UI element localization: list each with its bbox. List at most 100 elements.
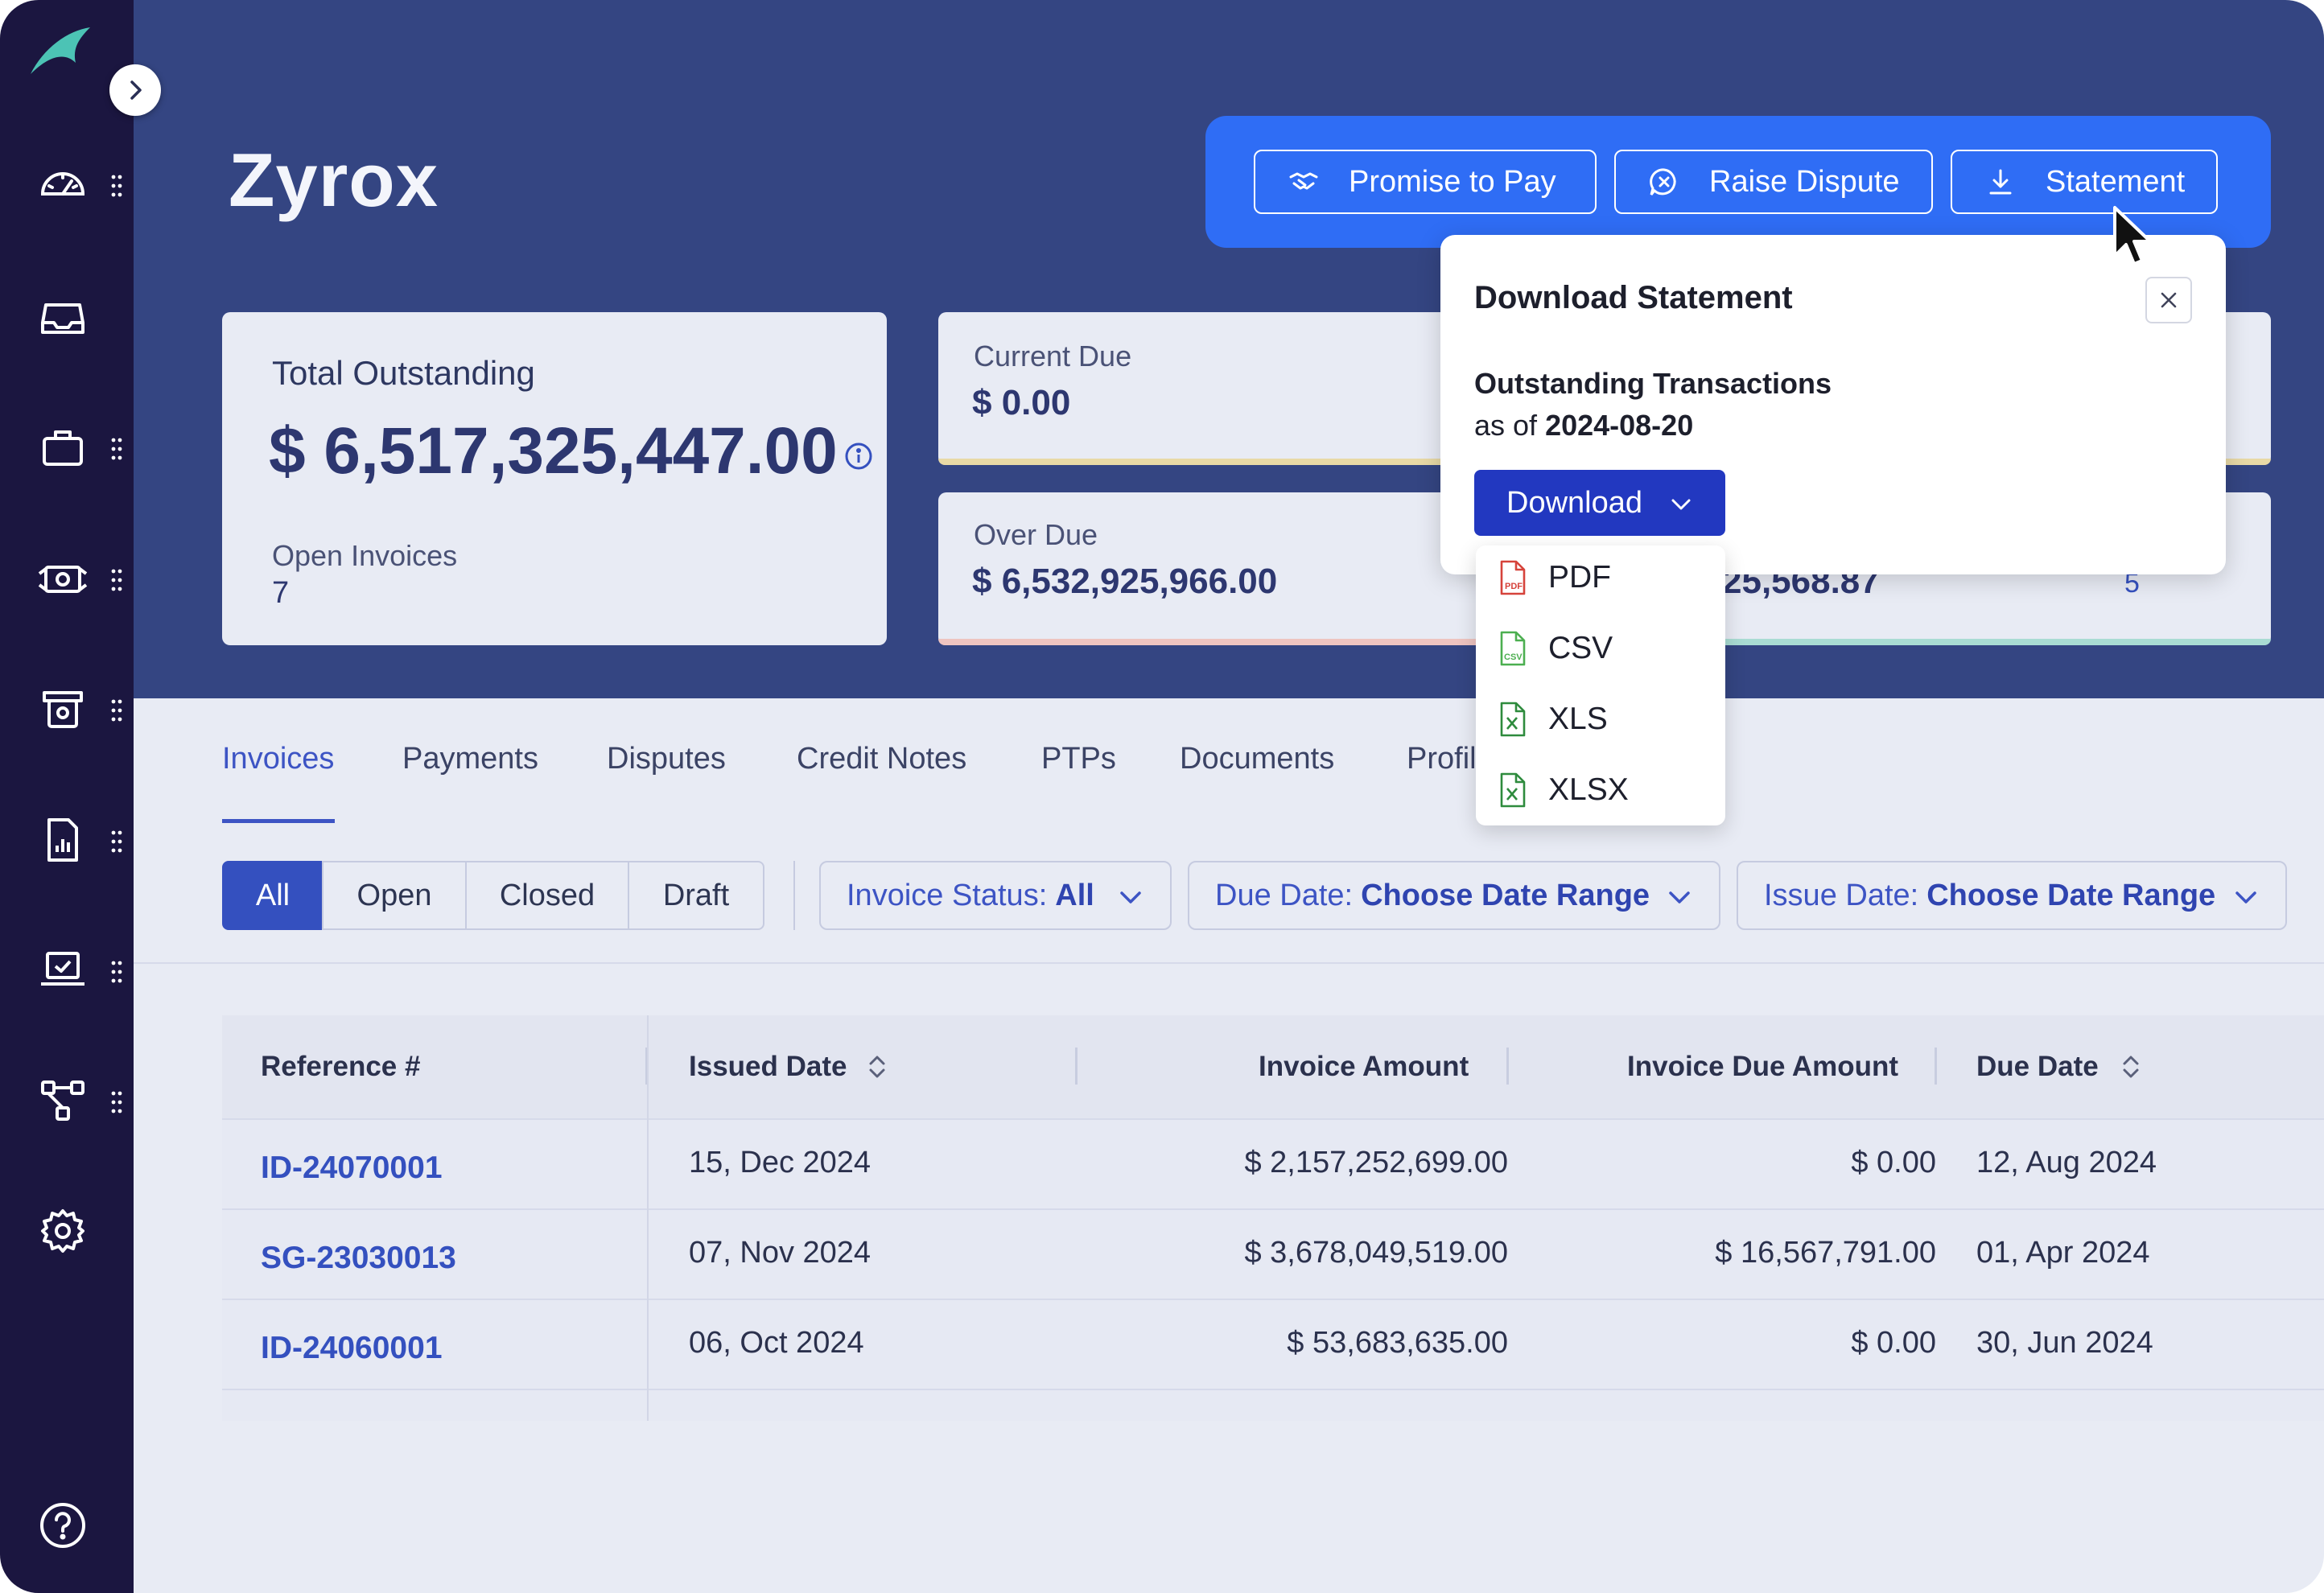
tab-credit-notes[interactable]: Credit Notes xyxy=(797,742,966,776)
issue-date-dropdown[interactable]: Issue Date: Choose Date Range xyxy=(1737,861,2287,930)
tab-documents[interactable]: Documents xyxy=(1180,742,1334,776)
reference-link[interactable]: ID-24070001 xyxy=(261,1150,443,1186)
menu-item-xlsx[interactable]: XLSX xyxy=(1497,766,1629,814)
col-resize-handle[interactable] xyxy=(1075,1048,1078,1085)
dispute-icon xyxy=(1650,168,1676,196)
menu-item-label: PDF xyxy=(1548,560,1611,595)
table-row[interactable]: SG-23030013 07, Nov 2024 $ 3,678,049,519… xyxy=(222,1210,2324,1300)
tab-payments[interactable]: Payments xyxy=(402,742,538,776)
drag-handle-icon[interactable] xyxy=(111,568,122,592)
tab-ptps[interactable]: PTPs xyxy=(1041,742,1116,776)
chevron-down-icon xyxy=(1669,891,1690,904)
tab-disputes[interactable]: Disputes xyxy=(607,742,726,776)
filter-open[interactable]: Open xyxy=(322,861,467,930)
sort-icon[interactable] xyxy=(866,1052,888,1081)
issue-date-label: Issue Date: xyxy=(1764,878,1919,912)
nav-portfolio[interactable] xyxy=(31,415,95,480)
due-amount-cell: $ 16,567,791.00 xyxy=(1715,1236,1936,1270)
svg-text:CSV: CSV xyxy=(1504,652,1523,662)
download-format-menu: PDF PDF CSV CSV XLS XLSX xyxy=(1476,545,1725,825)
handshake-icon xyxy=(1289,172,1318,190)
nav-workflows[interactable] xyxy=(31,1068,95,1133)
drag-handle-icon[interactable] xyxy=(111,960,122,984)
invoice-status-label: Invoice Status: xyxy=(847,878,1048,912)
drag-handle-icon[interactable] xyxy=(111,698,122,722)
tab-invoices[interactable]: Invoices xyxy=(222,742,334,776)
drag-handle-icon[interactable] xyxy=(111,829,122,854)
issued-date-cell: 07, Nov 2024 xyxy=(689,1236,872,1270)
nav-collections[interactable] xyxy=(31,677,95,742)
table-row[interactable]: ID-24060001 06, Oct 2024 $ 53,683,635.00… xyxy=(222,1300,2324,1390)
drag-handle-icon[interactable] xyxy=(111,437,122,461)
table-row[interactable]: ID-24070001 15, Dec 2024 $ 2,157,252,699… xyxy=(222,1120,2324,1210)
col-issued-date[interactable]: Issued Date xyxy=(689,1051,847,1083)
filter-all[interactable]: All xyxy=(222,861,323,930)
raise-dispute-button[interactable]: Raise Dispute xyxy=(1614,150,1933,214)
expand-sidebar-button[interactable] xyxy=(109,64,161,116)
due-date-dropdown[interactable]: Due Date: Choose Date Range xyxy=(1188,861,1720,930)
reference-link[interactable]: ID-24060001 xyxy=(261,1331,443,1366)
open-invoices-label: Open Invoices xyxy=(272,539,458,572)
nav-help[interactable] xyxy=(31,1493,95,1558)
laptop-check-icon xyxy=(41,952,84,986)
download-dropdown-button[interactable]: Download xyxy=(1474,470,1725,536)
col-invoice-due-amount: Invoice Due Amount xyxy=(1627,1051,1899,1082)
issue-date-value: Choose Date Range xyxy=(1926,878,2216,912)
col-invoice-amount: Invoice Amount xyxy=(1259,1051,1469,1082)
reference-link[interactable]: SG-23030013 xyxy=(261,1241,456,1276)
info-icon[interactable] xyxy=(843,441,874,471)
nav-reports[interactable] xyxy=(31,808,95,872)
col-reference: Reference # xyxy=(261,1051,421,1082)
menu-item-label: XLS xyxy=(1548,702,1608,736)
promise-to-pay-label: Promise to Pay xyxy=(1349,164,1556,199)
total-outstanding-label: Total Outstanding xyxy=(272,354,535,392)
menu-item-csv[interactable]: CSV CSV xyxy=(1497,624,1613,673)
popover-subtitle: Outstanding Transactions xyxy=(1474,367,1832,400)
third-bar xyxy=(1663,639,2271,645)
download-icon xyxy=(1989,169,2012,195)
download-label: Download xyxy=(1506,485,1642,520)
current-due-label: Current Due xyxy=(974,340,1132,373)
over-due-value: $ 6,532,925,966.00 xyxy=(972,562,1278,601)
gauge-icon xyxy=(40,172,85,196)
nav-tasks[interactable] xyxy=(31,938,95,1002)
current-due-value: $ 0.00 xyxy=(972,383,1071,422)
col-due-date[interactable]: Due Date xyxy=(1976,1051,2099,1083)
invoice-status-dropdown[interactable]: Invoice Status: All xyxy=(819,861,1172,930)
total-outstanding-value: $ 6,517,325,447.00 xyxy=(269,414,838,488)
statement-button[interactable]: Statement xyxy=(1951,150,2218,214)
col-resize-handle[interactable] xyxy=(1506,1048,1509,1085)
filter-closed[interactable]: Closed xyxy=(465,861,629,930)
col-resize-handle[interactable] xyxy=(1935,1048,1937,1085)
menu-item-xls[interactable]: XLS xyxy=(1497,695,1608,743)
nav-dashboard[interactable] xyxy=(31,153,95,217)
chevron-down-icon xyxy=(2235,891,2256,904)
nav-settings[interactable] xyxy=(31,1199,95,1263)
nav-payments[interactable] xyxy=(31,547,95,611)
drag-handle-icon[interactable] xyxy=(111,1090,122,1114)
menu-item-pdf[interactable]: PDF PDF xyxy=(1497,554,1611,602)
open-invoices-value: 7 xyxy=(272,576,290,610)
raise-dispute-label: Raise Dispute xyxy=(1709,164,1900,199)
tab-profile[interactable]: Profil xyxy=(1407,742,1477,776)
as-of-date: 2024-08-20 xyxy=(1545,409,1694,442)
filter-draft[interactable]: Draft xyxy=(628,861,764,930)
logo-icon xyxy=(31,27,90,74)
due-amount-cell: $ 0.00 xyxy=(1851,1146,1936,1179)
drag-handle-icon[interactable] xyxy=(111,174,122,198)
due-date-cell: 01, Apr 2024 xyxy=(1976,1236,2150,1270)
nav-inbox[interactable] xyxy=(31,285,95,349)
close-button[interactable] xyxy=(2145,277,2192,323)
csv-file-icon: CSV xyxy=(1500,631,1526,666)
as-of-text: as of 2024-08-20 xyxy=(1474,409,1693,442)
active-tab-indicator xyxy=(222,819,335,823)
sort-icon[interactable] xyxy=(2120,1052,2142,1081)
help-icon xyxy=(40,1503,85,1548)
promise-to-pay-button[interactable]: Promise to Pay xyxy=(1254,150,1597,214)
invoice-amount-cell: $ 3,678,049,519.00 xyxy=(1244,1236,1508,1270)
issued-date-cell: 15, Dec 2024 xyxy=(689,1146,872,1179)
invoice-amount-cell: $ 53,683,635.00 xyxy=(1287,1326,1508,1360)
app-window: Zyrox Promise to Pay Raise Dispute State… xyxy=(0,0,2324,1593)
invoices-table: Reference # Issued Date Invoice Amount I… xyxy=(222,1015,2324,1421)
over-due-label: Over Due xyxy=(974,518,1098,551)
